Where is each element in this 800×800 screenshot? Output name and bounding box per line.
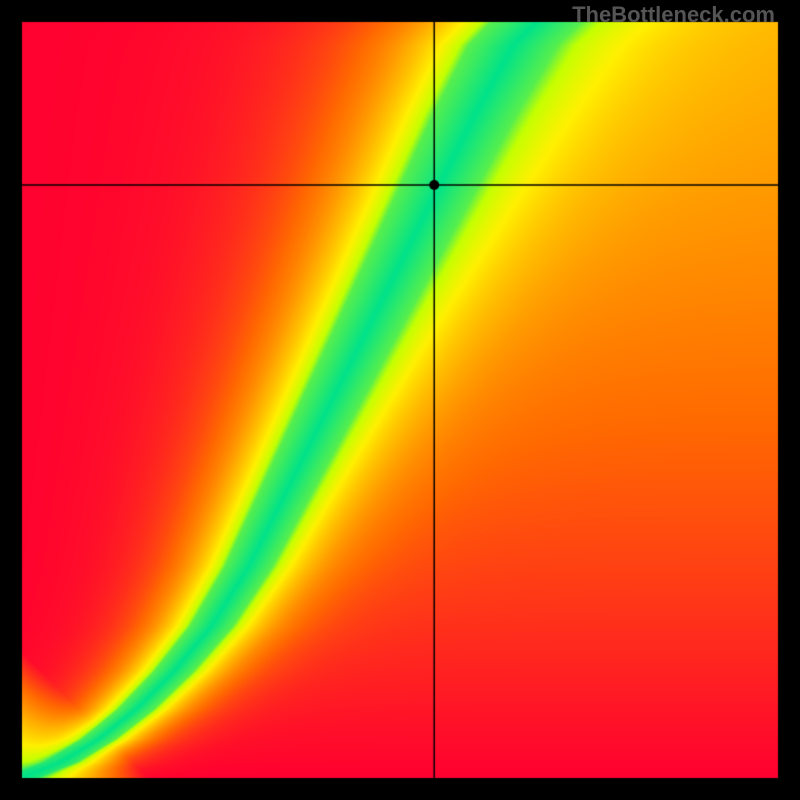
watermark-text: TheBottleneck.com xyxy=(572,2,775,28)
bottleneck-heatmap xyxy=(0,0,800,800)
chart-container: TheBottleneck.com xyxy=(0,0,800,800)
